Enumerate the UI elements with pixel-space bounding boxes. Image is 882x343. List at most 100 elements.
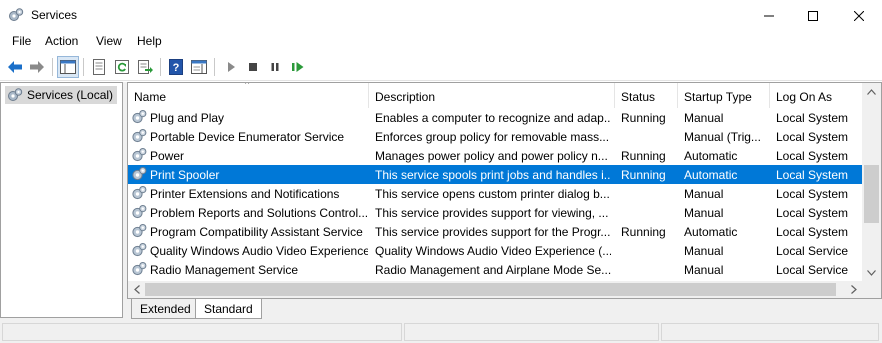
scrollbar-corner <box>862 281 881 298</box>
scroll-down-button[interactable] <box>862 264 881 281</box>
horizontal-scroll-thumb[interactable] <box>145 283 836 296</box>
export-list-button[interactable] <box>134 56 156 78</box>
close-button[interactable] <box>836 0 882 31</box>
menu-file[interactable]: File <box>12 34 31 48</box>
column-header-label: Status <box>621 90 656 104</box>
column-header-startup-type[interactable]: Startup Type <box>678 83 770 108</box>
back-icon <box>8 61 22 73</box>
cell-status <box>621 127 678 146</box>
maximize-button[interactable] <box>790 0 836 31</box>
cell-startup-type: Manual <box>684 187 724 201</box>
view-tabs: Extended Standard <box>127 299 427 319</box>
services-list: ^ Name Description Status Startup Type L… <box>127 82 882 299</box>
menu-view[interactable]: View <box>96 34 122 48</box>
cell-status <box>621 184 678 203</box>
cell-description: Quality Windows Audio Video Experience (… <box>375 244 611 258</box>
cell-startup-type: Manual <box>684 263 724 277</box>
menu-action[interactable]: Action <box>45 34 78 48</box>
chevron-right-icon <box>850 285 857 294</box>
service-gear-icon <box>132 167 147 181</box>
horizontal-scrollbar[interactable] <box>128 281 862 298</box>
cell-status <box>621 241 678 260</box>
column-header-description[interactable]: Description <box>369 83 615 108</box>
export-list-icon <box>138 60 153 74</box>
cell-description: This service opens custom printer dialog… <box>375 187 610 201</box>
restart-service-button[interactable] <box>287 56 309 78</box>
help-button[interactable]: ? <box>165 56 187 78</box>
cell-log-on-as: Local System <box>776 187 849 201</box>
cell-log-on-as: Local System <box>776 206 849 220</box>
table-row[interactable]: Portable Device Enumerator Service Enforc… <box>128 127 863 146</box>
status-pane <box>661 323 879 341</box>
column-header-log-on-as[interactable]: Log On As <box>770 83 863 108</box>
chevron-down-icon <box>867 269 876 276</box>
cell-startup-type: Automatic <box>684 225 738 239</box>
tree-item-label: Services (Local) <box>27 88 114 102</box>
toolbar-separator <box>83 58 84 76</box>
service-gear-icon <box>132 262 147 276</box>
cell-startup-type: Manual (Trig... <box>684 130 761 144</box>
cell-name: Printer Extensions and Notifications <box>150 187 340 201</box>
tree-item-services-local[interactable]: Services (Local) <box>5 86 117 104</box>
cell-status: Running <box>621 149 666 163</box>
stop-service-button[interactable] <box>242 56 264 78</box>
cell-name: Print Spooler <box>150 168 220 182</box>
scroll-up-button[interactable] <box>862 83 881 100</box>
minimize-button[interactable] <box>746 0 792 31</box>
cell-name: Quality Windows Audio Video Experience <box>150 244 368 258</box>
column-header-label: Description <box>375 90 436 104</box>
services-gear-icon <box>8 88 23 101</box>
tab-extended[interactable]: Extended <box>131 299 200 319</box>
scroll-right-button[interactable] <box>845 281 862 298</box>
cell-log-on-as: Local System <box>776 130 849 144</box>
table-row[interactable]: Problem Reports and Solutions Control...… <box>128 203 863 222</box>
back-button[interactable] <box>4 56 26 78</box>
cell-startup-type: Automatic <box>684 168 738 182</box>
column-header-name[interactable]: ^ Name <box>128 83 369 108</box>
tab-standard[interactable]: Standard <box>195 299 262 319</box>
status-bar <box>0 320 882 343</box>
table-row[interactable]: Program Compatibility Assistant Service T… <box>128 222 863 241</box>
toolbar: ? <box>0 53 882 81</box>
show-hide-tree-button[interactable] <box>57 56 79 78</box>
column-header-status[interactable]: Status <box>615 83 678 108</box>
cell-startup-type: Manual <box>684 206 724 220</box>
status-pane <box>404 323 659 341</box>
start-service-button[interactable] <box>220 56 242 78</box>
table-row[interactable]: Radio Management Service Radio Management… <box>128 260 863 279</box>
service-gear-icon <box>132 243 147 257</box>
table-row[interactable]: Print Spooler This service spools print j… <box>128 165 863 184</box>
cell-status <box>621 203 678 222</box>
start-service-icon <box>228 62 235 72</box>
show-hide-action-pane-button[interactable] <box>188 56 210 78</box>
column-header-label: Startup Type <box>684 90 752 104</box>
scroll-left-button[interactable] <box>128 281 145 298</box>
service-gear-icon <box>132 129 147 143</box>
list-header: ^ Name Description Status Startup Type L… <box>128 83 863 108</box>
properties-icon <box>93 59 105 75</box>
menu-help[interactable]: Help <box>137 34 162 48</box>
table-row[interactable]: Quality Windows Audio Video Experience Qu… <box>128 241 863 260</box>
toolbar-separator <box>214 58 215 76</box>
services-gear-icon <box>9 8 24 21</box>
forward-button[interactable] <box>26 56 48 78</box>
cell-log-on-as: Local System <box>776 168 849 182</box>
column-header-label: Log On As <box>776 90 833 104</box>
vertical-scroll-thumb[interactable] <box>864 165 879 223</box>
status-pane <box>2 323 402 341</box>
cell-description: This service spools print jobs and handl… <box>375 168 611 182</box>
restart-service-icon <box>292 62 304 72</box>
pause-service-button[interactable] <box>264 56 286 78</box>
cell-log-on-as: Local System <box>776 111 849 125</box>
table-row[interactable]: Printer Extensions and Notifications This… <box>128 184 863 203</box>
close-icon <box>854 10 864 21</box>
table-row[interactable]: Power Manages power policy and power poli… <box>128 146 863 165</box>
column-header-label: Name <box>134 90 167 104</box>
cell-description: This service provides support for viewin… <box>375 206 609 220</box>
vertical-scrollbar[interactable] <box>862 83 881 281</box>
table-row[interactable]: Plug and Play Enables a computer to recog… <box>128 108 863 127</box>
refresh-button[interactable] <box>111 56 133 78</box>
cell-name: Power <box>150 149 185 163</box>
properties-button[interactable] <box>88 56 110 78</box>
cell-startup-type: Automatic <box>684 149 738 163</box>
